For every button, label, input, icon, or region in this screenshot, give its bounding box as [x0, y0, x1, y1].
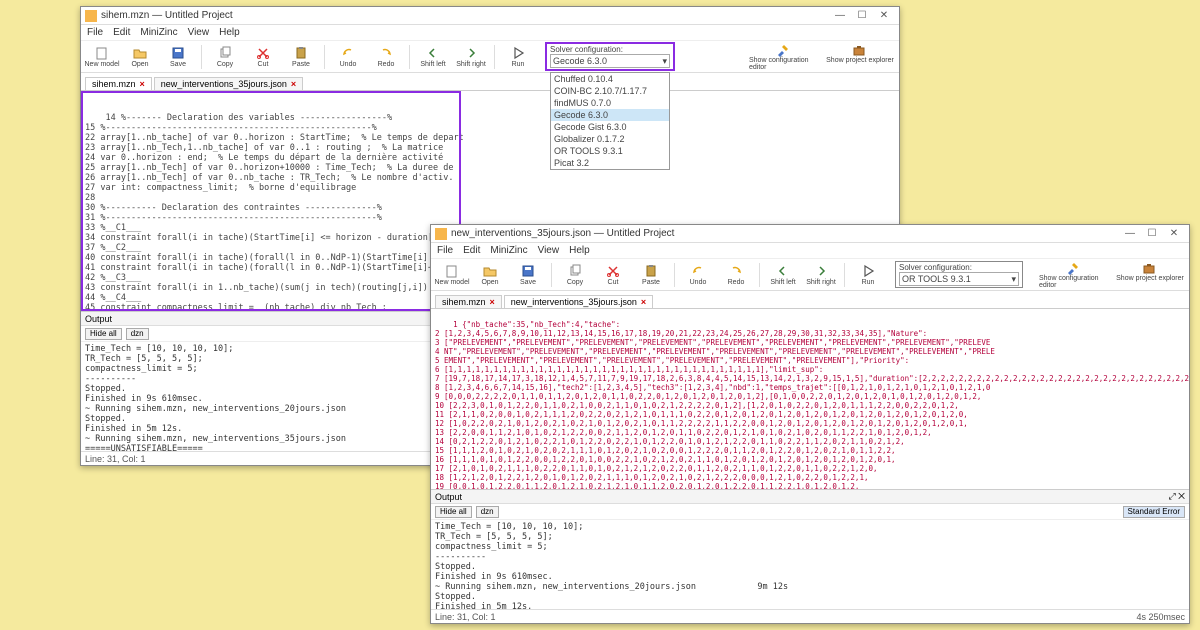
std-error-button[interactable]: Standard Error	[1123, 506, 1185, 518]
open-button[interactable]: Open	[473, 264, 507, 286]
solver-select[interactable]: Gecode 6.3.0 ▾	[550, 54, 670, 68]
menu-bar: File Edit MiniZinc View Help	[431, 243, 1189, 259]
tools-icon	[776, 43, 792, 57]
run-button[interactable]: Run	[851, 264, 885, 286]
solver-option[interactable]: Gecode Gist 6.3.0	[551, 121, 669, 133]
toolbar: New model Open Save Copy Cut Paste Undo …	[431, 259, 1189, 291]
solver-option[interactable]: OR TOOLS 9.3.1	[551, 145, 669, 157]
redo-button[interactable]: Redo	[719, 264, 753, 286]
close-button[interactable]: ✕	[1163, 228, 1185, 239]
solver-dropdown[interactable]: Chuffed 0.10.4 COIN-BC 2.10.7/1.17.7 fin…	[550, 72, 670, 170]
shift-right-button[interactable]: Shift right	[804, 264, 838, 286]
copy-button[interactable]: Copy	[558, 264, 592, 286]
window-title: new_interventions_35jours.json — Untitle…	[451, 228, 674, 239]
show-project-explorer[interactable]: Show project explorer	[1115, 261, 1185, 289]
paste-button[interactable]: Paste	[284, 46, 318, 68]
show-config-editor[interactable]: Show configuration editor	[1039, 261, 1109, 289]
menu-minizinc[interactable]: MiniZinc	[140, 27, 177, 38]
minimize-button[interactable]: —	[1119, 228, 1141, 239]
menu-file[interactable]: File	[437, 245, 453, 256]
play-icon	[510, 46, 526, 60]
app-icon	[85, 10, 97, 22]
solver-option[interactable]: Chuffed 0.10.4	[551, 73, 669, 85]
menu-bar: File Edit MiniZinc View Help	[81, 25, 899, 41]
title-bar: new_interventions_35jours.json — Untitle…	[431, 225, 1189, 243]
save-button[interactable]: Save	[511, 264, 545, 286]
undo-button[interactable]: Undo	[681, 264, 715, 286]
tab-sihem[interactable]: sihem.mzn×	[435, 295, 502, 308]
solver-label: Solver configuration:	[899, 263, 1019, 272]
show-config-editor[interactable]: Show configuration editor	[749, 43, 819, 71]
output-title: Output	[435, 492, 462, 502]
dzn-button[interactable]: dzn	[476, 506, 499, 518]
solver-option[interactable]: COIN-BC 2.10.7/1.17.7	[551, 85, 669, 97]
menu-view[interactable]: View	[188, 27, 210, 38]
toolbar: New model Open Save Copy Cut Paste Undo …	[81, 41, 899, 73]
dzn-button[interactable]: dzn	[126, 328, 149, 340]
redo-icon	[378, 46, 394, 60]
hide-all-button[interactable]: Hide all	[435, 506, 472, 518]
window-title: sihem.mzn — Untitled Project	[101, 10, 233, 21]
close-icon[interactable]: ×	[490, 297, 495, 307]
solver-option[interactable]: findMUS 0.7.0	[551, 97, 669, 109]
solver-select[interactable]: OR TOOLS 9.3.1 ▾	[899, 272, 1019, 286]
menu-view[interactable]: View	[538, 245, 560, 256]
undo-icon	[340, 46, 356, 60]
briefcase-icon	[852, 43, 868, 57]
menu-edit[interactable]: Edit	[463, 245, 480, 256]
data-window: new_interventions_35jours.json — Untitle…	[430, 224, 1190, 624]
menu-help[interactable]: Help	[219, 27, 240, 38]
app-icon	[435, 228, 447, 240]
save-button[interactable]: Save	[161, 46, 195, 68]
undo-button[interactable]: Undo	[331, 46, 365, 68]
code-editor[interactable]: 1 {"nb_tache":35,"nb_Tech":4,"tache": 2 …	[431, 309, 1189, 489]
solver-option[interactable]: Globalizer 0.1.7.2	[551, 133, 669, 145]
tab-sihem[interactable]: sihem.mzn×	[85, 77, 152, 90]
output-title: Output	[85, 314, 112, 324]
show-project-explorer[interactable]: Show project explorer	[825, 43, 895, 71]
title-bar: sihem.mzn — Untitled Project — ☐ ✕	[81, 7, 899, 25]
close-icon[interactable]: ×	[291, 79, 296, 89]
solver-configuration: Solver configuration: OR TOOLS 9.3.1 ▾	[895, 261, 1023, 288]
maximize-button[interactable]: ☐	[1141, 228, 1163, 239]
menu-file[interactable]: File	[87, 27, 103, 38]
solver-label: Solver configuration:	[550, 45, 670, 54]
close-button[interactable]: ✕	[873, 10, 895, 21]
paste-button[interactable]: Paste	[634, 264, 668, 286]
menu-edit[interactable]: Edit	[113, 27, 130, 38]
copy-button[interactable]: Copy	[208, 46, 242, 68]
maximize-button[interactable]: ☐	[851, 10, 873, 21]
output-detach[interactable]: ⤢ ✕	[1168, 491, 1185, 502]
tab-json[interactable]: new_interventions_35jours.json×	[504, 295, 653, 308]
new-model-button[interactable]: New model	[435, 264, 469, 286]
cut-button[interactable]: Cut	[596, 264, 630, 286]
menu-minizinc[interactable]: MiniZinc	[490, 245, 527, 256]
close-icon[interactable]: ×	[641, 297, 646, 307]
tab-json[interactable]: new_interventions_35jours.json×	[154, 77, 303, 90]
solver-option-selected[interactable]: Gecode 6.3.0	[551, 109, 669, 121]
output-body[interactable]: Time_Tech = [10, 10, 10, 10]; TR_Tech = …	[431, 520, 1189, 609]
cut-button[interactable]: Cut	[246, 46, 280, 68]
editor-tabs: sihem.mzn× new_interventions_35jours.jso…	[81, 73, 899, 91]
minimize-button[interactable]: —	[829, 10, 851, 21]
close-icon[interactable]: ×	[140, 79, 145, 89]
new-model-button[interactable]: New model	[85, 46, 119, 68]
chevron-down-icon: ▾	[662, 56, 667, 67]
run-button[interactable]: Run	[501, 46, 535, 68]
editor-tabs: sihem.mzn× new_interventions_35jours.jso…	[431, 291, 1189, 309]
solver-option[interactable]: Picat 3.2	[551, 157, 669, 169]
shift-right-button[interactable]: Shift right	[454, 46, 488, 68]
menu-help[interactable]: Help	[569, 245, 590, 256]
shift-left-button[interactable]: Shift left	[416, 46, 450, 68]
scissors-icon	[255, 46, 271, 60]
status-bar: Line: 31, Col: 1 4s 250msec	[431, 609, 1189, 623]
open-button[interactable]: Open	[123, 46, 157, 68]
redo-button[interactable]: Redo	[369, 46, 403, 68]
chevron-down-icon: ▾	[1011, 274, 1016, 285]
output-panel: Output ⤢ ✕ Hide all dzn Standard Error Ti…	[431, 489, 1189, 609]
hide-all-button[interactable]: Hide all	[85, 328, 122, 340]
shift-left-button[interactable]: Shift left	[766, 264, 800, 286]
solver-configuration: Solver configuration: Gecode 6.3.0 ▾ Chu…	[545, 42, 675, 71]
